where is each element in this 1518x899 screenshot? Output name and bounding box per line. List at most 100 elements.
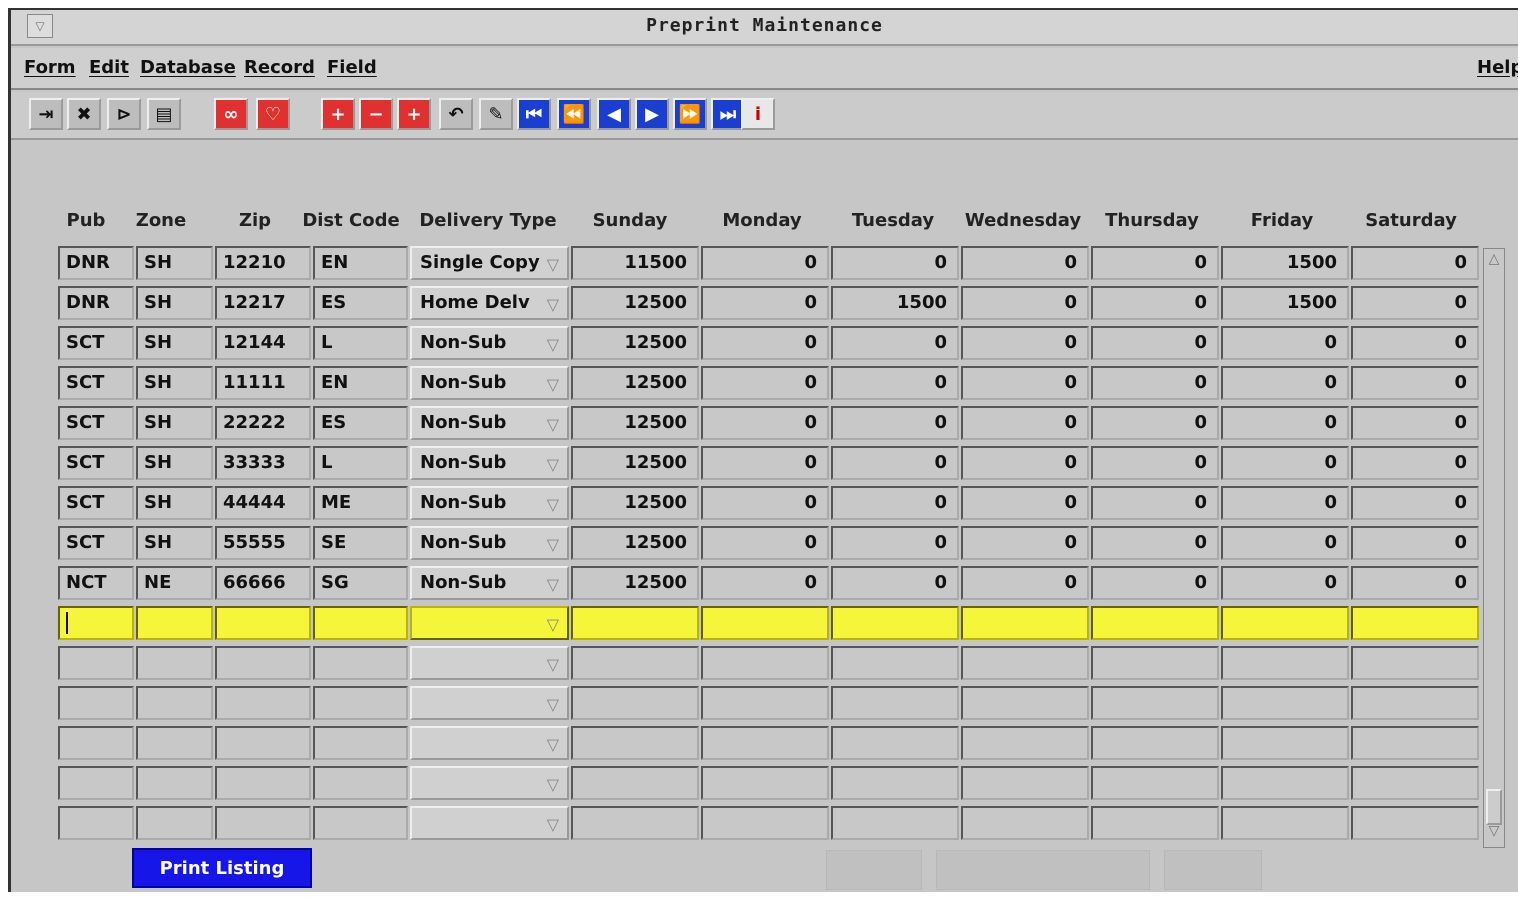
friday-field[interactable]: 1500 [1221,286,1349,320]
zip-field[interactable]: 33333 [215,446,311,480]
first-record-icon[interactable]: ⏮ [517,98,551,130]
thursday-field[interactable] [1091,646,1219,680]
pub-field[interactable]: SCT [58,406,134,440]
dist-field[interactable] [313,646,408,680]
zip-field[interactable] [215,726,311,760]
zip-field[interactable] [215,606,311,640]
sunday-field[interactable]: 12500 [571,566,699,600]
pub-field[interactable]: DNR [58,246,134,280]
delivery-type-select[interactable]: Non-Sub ▽ [410,406,569,440]
saturday-field[interactable] [1351,686,1479,720]
monday-field[interactable]: 0 [701,526,829,560]
saturday-field[interactable]: 0 [1351,286,1479,320]
thursday-field[interactable]: 0 [1091,446,1219,480]
sunday-field[interactable] [571,726,699,760]
zone-field[interactable]: SH [136,446,213,480]
chevron-down-icon[interactable]: ▽ [547,730,559,758]
menu-record[interactable]: Record [244,57,315,78]
friday-field[interactable] [1221,686,1349,720]
thursday-field[interactable]: 0 [1091,326,1219,360]
zone-field[interactable] [136,766,213,800]
exit-icon[interactable]: ⇥ [29,98,63,130]
saturday-field[interactable]: 0 [1351,526,1479,560]
pub-field[interactable] [58,606,134,640]
monday-field[interactable]: 0 [701,326,829,360]
chevron-down-icon[interactable]: ▽ [547,370,559,398]
monday-field[interactable]: 0 [701,246,829,280]
wednesday-field[interactable] [961,646,1089,680]
wednesday-field[interactable]: 0 [961,366,1089,400]
monday-field[interactable]: 0 [701,366,829,400]
zip-field[interactable]: 55555 [215,526,311,560]
vertical-scrollbar[interactable]: △ ▽ [1483,248,1505,848]
saturday-field[interactable]: 0 [1351,446,1479,480]
pub-field[interactable]: DNR [58,286,134,320]
sunday-field[interactable] [571,686,699,720]
count-icon[interactable]: ♡ [256,98,290,130]
zone-field[interactable] [136,646,213,680]
monday-field[interactable] [701,766,829,800]
delivery-type-select[interactable]: ▽ [410,686,569,720]
previous-set-icon[interactable]: ⏪ [557,98,591,130]
wednesday-field[interactable]: 0 [961,526,1089,560]
pub-field[interactable]: SCT [58,486,134,520]
zone-field[interactable]: SH [136,406,213,440]
friday-field[interactable]: 1500 [1221,246,1349,280]
friday-field[interactable]: 0 [1221,526,1349,560]
print-listing-button[interactable]: Print Listing [132,848,312,888]
friday-field[interactable]: 0 [1221,326,1349,360]
zip-field[interactable]: 66666 [215,566,311,600]
pub-field[interactable]: NCT [58,566,134,600]
tuesday-field[interactable]: 0 [831,446,959,480]
wednesday-field[interactable] [961,766,1089,800]
tuesday-field[interactable] [831,766,959,800]
thursday-field[interactable] [1091,686,1219,720]
pub-field[interactable] [58,646,134,680]
monday-field[interactable]: 0 [701,486,829,520]
chevron-down-icon[interactable]: ▽ [547,250,559,278]
monday-field[interactable] [701,806,829,840]
chevron-down-icon[interactable]: ▽ [547,330,559,358]
pub-field[interactable] [58,686,134,720]
friday-field[interactable]: 0 [1221,406,1349,440]
chevron-down-icon[interactable]: ▽ [547,810,559,838]
tuesday-field[interactable]: 1500 [831,286,959,320]
zip-field[interactable]: 12210 [215,246,311,280]
saturday-field[interactable]: 0 [1351,486,1479,520]
next-set-icon[interactable]: ⏩ [673,98,707,130]
delivery-type-select[interactable]: Non-Sub ▽ [410,446,569,480]
previous-record-icon[interactable]: ◀ [597,98,631,130]
zone-field[interactable]: SH [136,326,213,360]
zone-field[interactable] [136,606,213,640]
zip-field[interactable] [215,686,311,720]
delivery-type-select[interactable]: Non-Sub ▽ [410,566,569,600]
pub-field[interactable]: SCT [58,366,134,400]
sunday-field[interactable]: 12500 [571,366,699,400]
dist-field[interactable]: EN [313,366,408,400]
tuesday-field[interactable] [831,806,959,840]
saturday-field[interactable]: 0 [1351,566,1479,600]
tuesday-field[interactable] [831,646,959,680]
monday-field[interactable]: 0 [701,286,829,320]
dist-field[interactable]: ES [313,406,408,440]
saturday-field[interactable] [1351,766,1479,800]
wednesday-field[interactable] [961,606,1089,640]
delivery-type-select[interactable]: ▽ [410,726,569,760]
saturday-field[interactable] [1351,726,1479,760]
sunday-field[interactable]: 11500 [571,246,699,280]
delivery-type-select[interactable]: ▽ [410,646,569,680]
delivery-type-select[interactable]: ▽ [410,806,569,840]
monday-field[interactable] [701,726,829,760]
tuesday-field[interactable]: 0 [831,566,959,600]
thursday-field[interactable] [1091,726,1219,760]
clear-record-icon[interactable]: ↶ [439,98,473,130]
zip-field[interactable]: 11111 [215,366,311,400]
menu-database[interactable]: Database [140,57,236,78]
tuesday-field[interactable] [831,686,959,720]
delivery-type-select[interactable]: Single Copy ▽ [410,246,569,280]
dist-field[interactable] [313,806,408,840]
chevron-down-icon[interactable]: ▽ [547,650,559,678]
sunday-field[interactable] [571,806,699,840]
chevron-down-icon[interactable]: ▽ [547,570,559,598]
thursday-field[interactable] [1091,766,1219,800]
